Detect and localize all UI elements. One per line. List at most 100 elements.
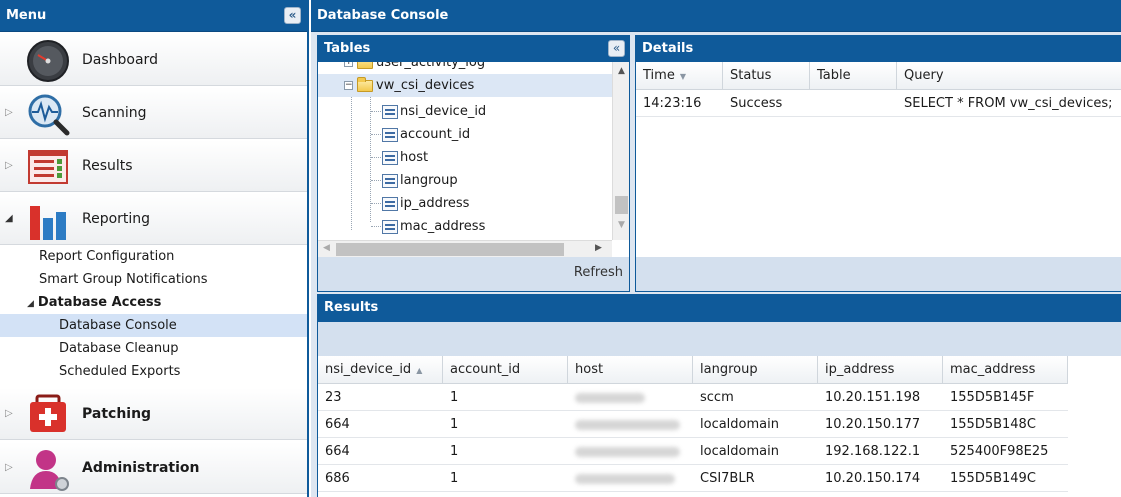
menu-item-report-configuration[interactable]: Report Configuration <box>0 245 307 268</box>
scroll-left-arrow-icon[interactable]: ◀ <box>318 243 335 253</box>
cell-host-redacted <box>568 439 693 465</box>
results-col-nsi-device-id[interactable]: nsi_device_id ▲ <box>318 356 443 384</box>
cell-ip-address: 192.168.122.1 <box>825 444 921 459</box>
menu-item-smart-group-notifications[interactable]: Smart Group Notifications <box>0 268 307 291</box>
tree-vertical-scrollbar[interactable]: ▲ ▼ <box>612 62 629 240</box>
expand-toggle-icon[interactable]: + <box>344 62 353 67</box>
column-label: Time <box>643 68 675 83</box>
column-label: nsi_device_id <box>325 362 412 377</box>
expand-arrow-icon: ▷ <box>5 462 13 473</box>
collapse-tables-button[interactable]: « <box>608 40 625 57</box>
expand-arrow-icon: ▷ <box>5 408 13 419</box>
menu-section-administration[interactable]: ▷ Administration <box>0 441 307 494</box>
menu-item-database-cleanup[interactable]: Database Cleanup <box>0 337 307 360</box>
tree-horizontal-scrollbar[interactable]: ◀ ▶ <box>318 240 612 257</box>
column-icon <box>382 173 398 188</box>
column-icon <box>382 150 398 165</box>
collapse-menu-button[interactable]: « <box>284 7 301 24</box>
tree-column-label: host <box>400 150 429 165</box>
refresh-button[interactable]: Refresh <box>574 265 623 280</box>
database-console: Database Console Tables « + user_activity… <box>311 0 1121 497</box>
tree-item-user-activity-log[interactable]: + user_activity_log <box>344 62 612 74</box>
scrollbar-thumb[interactable] <box>615 196 628 214</box>
cell-langroup: localdomain <box>700 417 779 432</box>
results-col-ip-address[interactable]: ip_address <box>818 356 943 384</box>
details-col-time[interactable]: Time ▼ <box>636 62 723 90</box>
scroll-down-arrow-icon[interactable]: ▼ <box>613 220 630 230</box>
column-label: account_id <box>450 362 521 377</box>
redacted-text <box>575 446 680 457</box>
open-folder-icon <box>357 76 373 92</box>
table-tree[interactable]: + user_activity_log − vw_csi_devices nsi_d… <box>318 62 612 240</box>
cell-ip-address: 10.20.151.198 <box>825 390 921 405</box>
patching-medkit-icon <box>30 394 66 432</box>
tree-column-ip-address[interactable]: ip_address <box>382 192 469 215</box>
results-row[interactable]: 664 1 localdomain 192.168.122.1 525400F9… <box>318 439 1068 465</box>
expand-arrow-icon: ▷ <box>5 160 13 171</box>
scroll-right-arrow-icon[interactable]: ▶ <box>590 243 607 253</box>
cell-ip-address: 10.20.150.177 <box>825 417 921 432</box>
tree-column-label: nsi_device_id <box>400 104 487 119</box>
cell-host-redacted <box>568 412 693 438</box>
results-toolbar <box>318 322 1121 356</box>
sort-asc-icon: ▲ <box>416 366 423 375</box>
details-col-table[interactable]: Table <box>810 62 897 90</box>
scanning-magnifier-icon <box>28 94 70 136</box>
details-cell-table <box>810 91 897 117</box>
results-col-langroup[interactable]: langroup <box>693 356 818 384</box>
menu-section-results[interactable]: ▷ Results <box>0 139 307 192</box>
menu-section-reporting[interactable]: ◢ Reporting <box>0 192 307 245</box>
details-col-status[interactable]: Status <box>723 62 810 90</box>
cell-nsi-device-id: 23 <box>325 390 342 405</box>
console-header: Database Console <box>311 0 1121 32</box>
tree-column-host[interactable]: host <box>382 146 428 169</box>
column-icon <box>382 196 398 211</box>
cell-langroup: sccm <box>700 390 734 405</box>
column-label: Query <box>904 68 944 83</box>
menu-label-patching: Patching <box>82 406 152 422</box>
results-col-mac-address[interactable]: mac_address <box>943 356 1068 384</box>
cell-mac-address: 155D5B148C <box>950 417 1036 432</box>
results-list-icon <box>28 150 68 184</box>
cell-nsi-device-id: 664 <box>325 444 350 459</box>
details-row[interactable]: 14:23:16 Success SELECT * FROM vw_csi_de… <box>636 91 1121 117</box>
results-col-account-id[interactable]: account_id <box>443 356 568 384</box>
tree-item-vw-csi-devices[interactable]: − vw_csi_devices <box>318 74 612 97</box>
tree-column-langroup[interactable]: langroup <box>382 169 458 192</box>
cell-account-id: 1 <box>450 417 459 432</box>
cell-host-redacted <box>568 466 693 492</box>
tree-column-account-id[interactable]: account_id <box>382 123 470 146</box>
tree-column-mac-address[interactable]: mac_address <box>382 215 485 238</box>
redacted-text <box>575 419 680 430</box>
menu-group-label: Database Access <box>37 295 162 310</box>
results-row[interactable]: 686 1 CSI7BLR 10.20.150.174 155D5B149C <box>318 466 1068 492</box>
cell-mac-address: 525400F98E25 <box>950 444 1049 459</box>
cell-account-id: 1 <box>450 390 459 405</box>
cell-host-redacted <box>568 385 693 411</box>
results-row[interactable]: 23 1 sccm 10.20.151.198 155D5B145F <box>318 385 1068 411</box>
results-row[interactable]: 664 1 localdomain 10.20.150.177 155D5B14… <box>318 412 1068 438</box>
scrollbar-thumb[interactable] <box>336 243 564 256</box>
details-cell-query: SELECT * FROM vw_csi_devices; <box>904 96 1113 111</box>
menu-item-database-console[interactable]: Database Console <box>0 314 307 337</box>
cell-account-id: 1 <box>450 471 459 486</box>
menu-group-database-access[interactable]: ◢ Database Access <box>0 291 307 314</box>
scroll-up-arrow-icon[interactable]: ▲ <box>613 66 630 76</box>
sort-desc-icon: ▼ <box>679 72 686 81</box>
tree-guide-line <box>351 80 352 230</box>
results-panel: Results nsi_device_id ▲ account_id host l… <box>317 294 1121 497</box>
details-cell-status: Success <box>730 96 783 111</box>
column-label: Status <box>730 68 772 83</box>
collapse-toggle-icon[interactable]: − <box>344 81 353 90</box>
results-col-host[interactable]: host <box>568 356 693 384</box>
details-col-query[interactable]: Query <box>897 62 1121 90</box>
menu-item-scheduled-exports[interactable]: Scheduled Exports <box>0 360 307 383</box>
console-title: Database Console <box>317 8 449 23</box>
tree-column-nsi-device-id[interactable]: nsi_device_id <box>382 100 486 123</box>
menu-title: Menu <box>6 8 47 23</box>
menu-section-scanning[interactable]: ▷ Scanning <box>0 86 307 139</box>
menu-section-patching[interactable]: ▷ Patching <box>0 387 307 440</box>
expand-arrow-icon: ▷ <box>5 107 13 118</box>
tree-column-label: ip_address <box>400 196 470 211</box>
menu-section-dashboard[interactable]: Dashboard <box>0 33 307 86</box>
